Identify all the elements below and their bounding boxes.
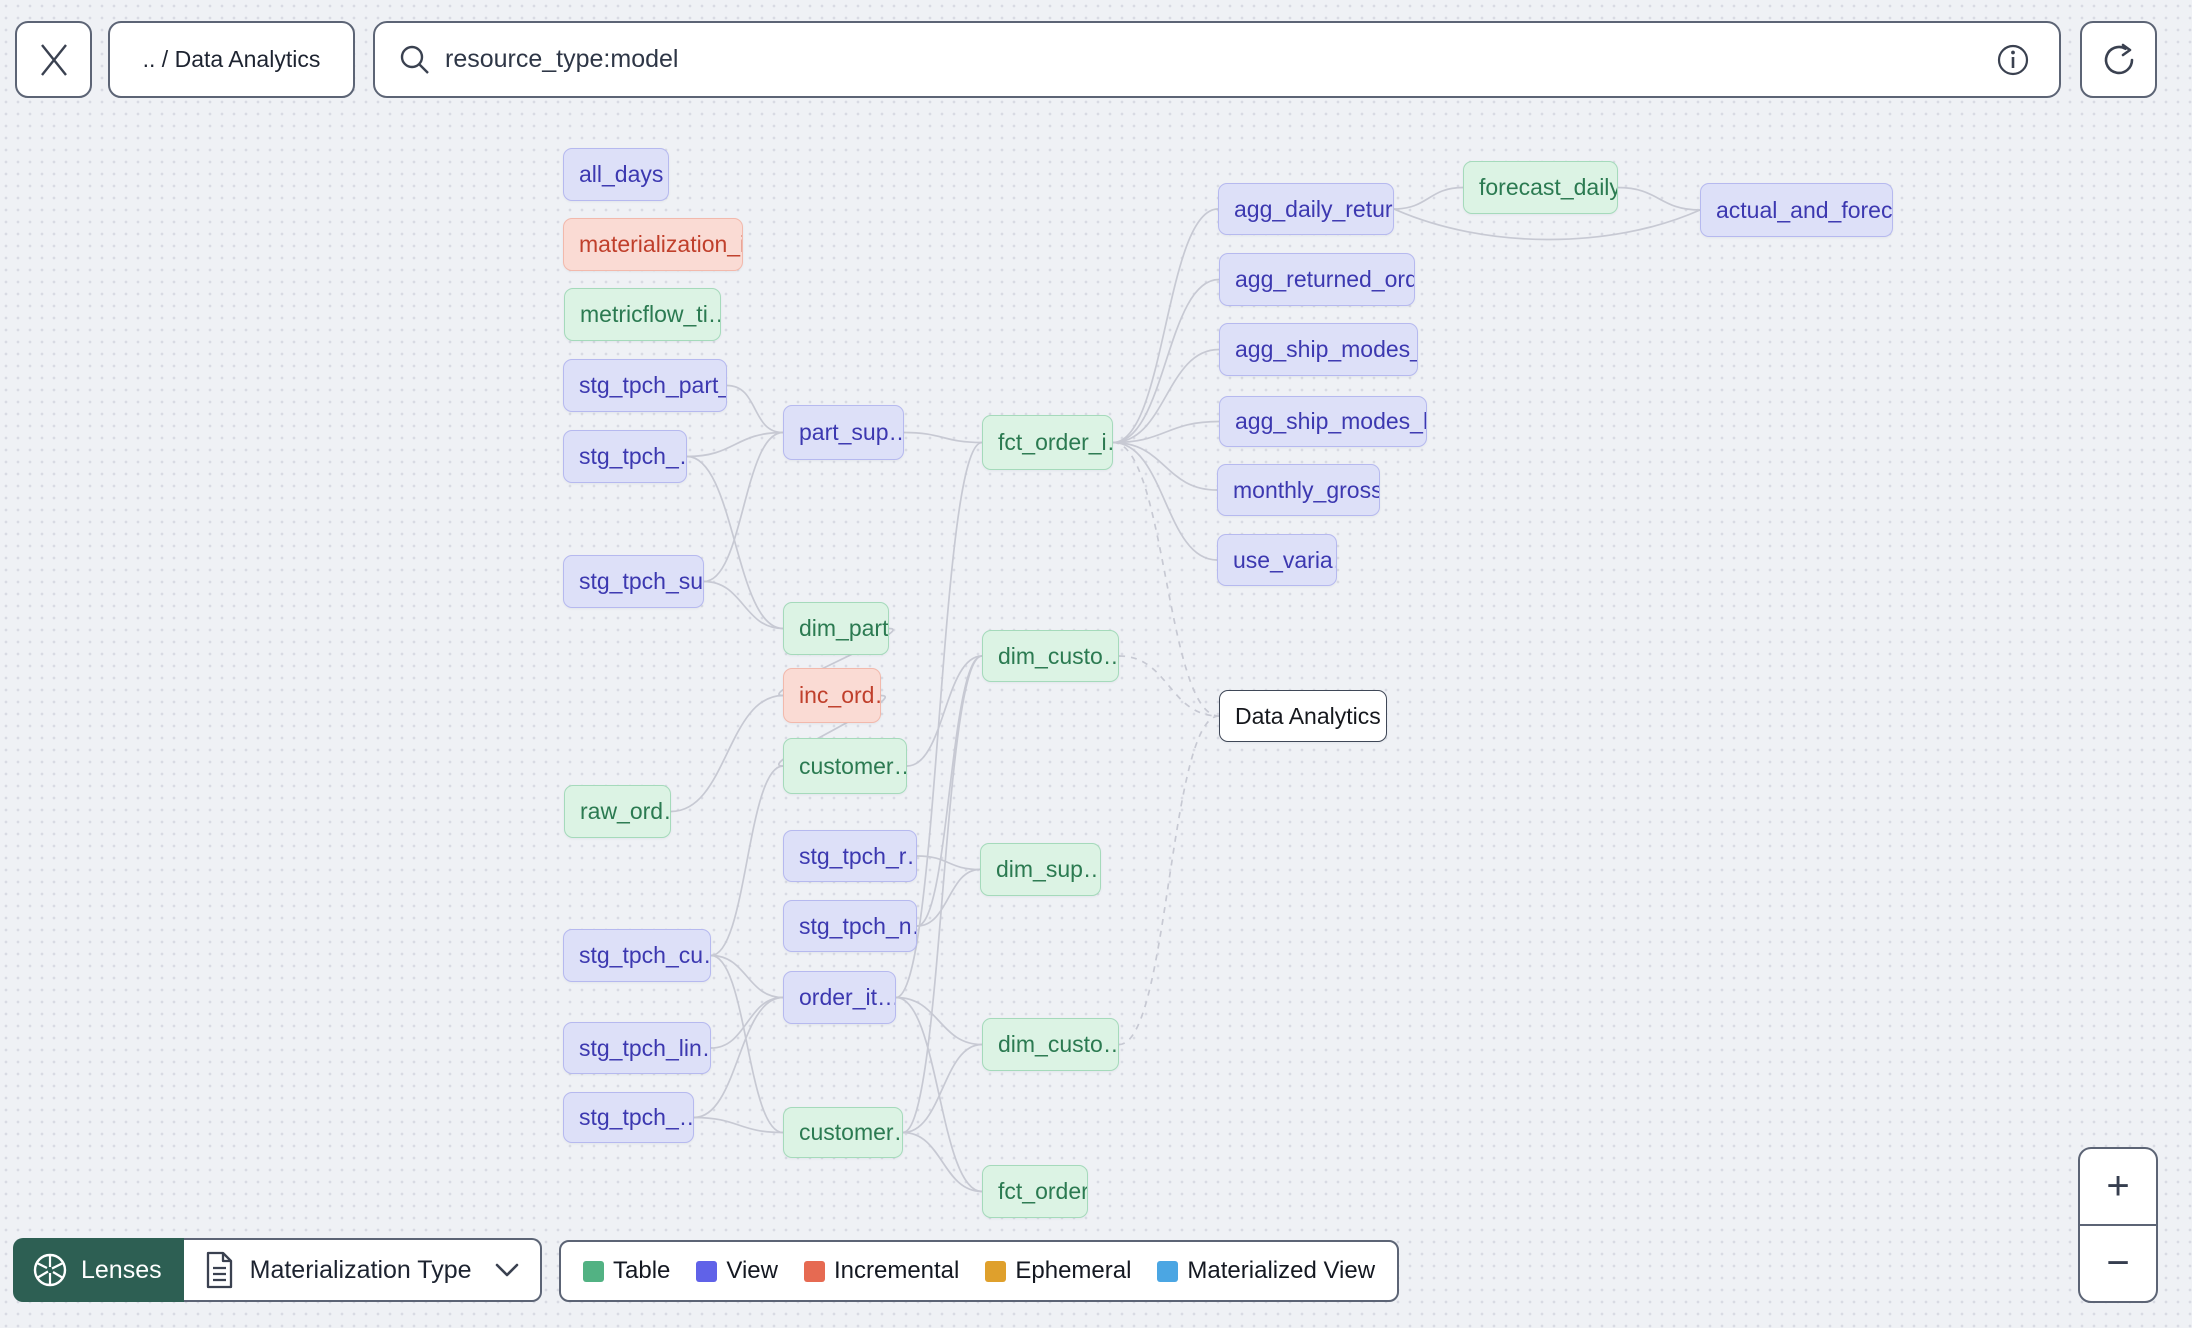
graph-node-raw_ord[interactable]: raw_ord… — [564, 785, 671, 838]
lineage-edge-agg_daily_retur-forecast_daily — [1393, 186, 1464, 210]
lineage-edge-dim_custo_top-data_analytics — [1118, 655, 1220, 717]
lineage-edge-dim_custo_bot-data_analytics — [1118, 715, 1220, 1046]
graph-node-stg_tpch_r[interactable]: stg_tpch_r… — [783, 830, 917, 882]
lineage-edge-stg_tpch_cu-customer_mid — [710, 765, 784, 957]
lineage-edge-fct_order_i-data_analytics — [1112, 441, 1220, 717]
graph-node-agg_ship_modes_d[interactable]: agg_ship_modes_d… — [1219, 323, 1418, 376]
breadcrumb-label: .. / Data Analytics — [142, 46, 321, 72]
legend-item-materialized-view: Materialized View — [1157, 1257, 1375, 1285]
zoom-in-button[interactable]: + — [2080, 1149, 2156, 1226]
legend-swatch-view — [696, 1260, 718, 1282]
info-icon[interactable] — [1993, 40, 2033, 80]
graph-node-inc_ord[interactable]: inc_ord… — [783, 668, 881, 723]
graph-node-fct_order_i[interactable]: fct_order_i… — [982, 415, 1113, 470]
graph-node-stg_tpch_a[interactable]: stg_tpch_… — [563, 430, 687, 483]
graph-node-all_days[interactable]: all_days — [563, 148, 669, 201]
lineage-edge-customer_bot-fct_orders — [902, 1131, 983, 1193]
graph-node-dim_sup[interactable]: dim_sup… — [980, 843, 1101, 896]
graph-node-forecast_daily[interactable]: forecast_daily… — [1463, 161, 1618, 214]
lineage-edge-raw_ord-inc_ord — [670, 694, 784, 813]
lens-selected-label: Materialization Type — [249, 1255, 472, 1284]
lenses-control: Lenses Materialization Type — [13, 1238, 542, 1302]
search-input[interactable] — [433, 45, 1993, 74]
lenses-button[interactable]: Lenses — [13, 1238, 184, 1302]
graph-node-materialization_i[interactable]: materialization_i… — [563, 218, 743, 271]
legend-item-ephemeral: Ephemeral — [985, 1257, 1131, 1285]
plus-icon: + — [2106, 1164, 2130, 1208]
graph-node-data_analytics[interactable]: Data Analytics | … — [1219, 690, 1387, 742]
lineage-edge-fct_order_i-monthly_gross — [1112, 441, 1218, 491]
graph-node-stg_tpch_su[interactable]: stg_tpch_su… — [563, 555, 704, 608]
close-button[interactable] — [15, 21, 92, 98]
close-icon — [37, 43, 71, 77]
lineage-graph-app: all_days materialization_i… metricflow_ti…… — [0, 0, 2192, 1328]
graph-node-stg_tpch_n[interactable]: stg_tpch_n… — [783, 900, 917, 952]
graph-node-stg_tpch_cu[interactable]: stg_tpch_cu… — [563, 929, 711, 982]
graph-node-dim_custo_bot[interactable]: dim_custo… — [982, 1018, 1119, 1071]
legend-item-view: View — [696, 1257, 778, 1285]
zoom-out-button[interactable]: − — [2080, 1226, 2156, 1301]
lineage-edge-customer_bot-dim_custo_bot — [902, 1043, 983, 1134]
graph-node-metricflow_ti[interactable]: metricflow_ti… — [564, 288, 721, 341]
lineage-edge-stg_tpch_su-dim_parts — [703, 580, 784, 630]
graph-node-agg_returned_orde[interactable]: agg_returned_orde… — [1219, 253, 1415, 306]
lineage-edge-forecast_daily-actual_and_foreca — [1617, 186, 1701, 211]
minus-icon: − — [2106, 1241, 2130, 1285]
lineage-edge-order_it-fct_orders — [895, 996, 983, 1193]
graph-node-stg_tpch_b[interactable]: stg_tpch_… — [563, 1092, 694, 1143]
graph-node-customer_bot[interactable]: customer… — [783, 1107, 903, 1158]
lens-aperture-icon — [31, 1251, 69, 1289]
graph-node-order_it[interactable]: order_it… — [783, 971, 896, 1024]
legend-swatch-table — [583, 1260, 604, 1282]
graph-node-actual_and_foreca[interactable]: actual_and_foreca… — [1700, 183, 1893, 237]
lineage-edge-part_sup-fct_order_i — [903, 431, 983, 444]
legend-label-view: View — [726, 1257, 778, 1284]
zoom-controls: + − — [2078, 1147, 2158, 1303]
graph-node-agg_ship_modes_ha[interactable]: agg_ship_modes_ha… — [1219, 396, 1427, 447]
graph-node-dim_custo_top[interactable]: dim_custo… — [982, 630, 1119, 682]
lineage-edge-stg_tpch_a-part_sup — [686, 431, 784, 458]
lineage-edge-stg_tpch_cu-customer_bot — [710, 954, 784, 1134]
graph-node-stg_tpch_lin[interactable]: stg_tpch_lin… — [563, 1022, 711, 1074]
lineage-edge-stg_tpch_b-customer_bot — [693, 1116, 784, 1134]
graph-node-agg_daily_retur[interactable]: agg_daily_retur… — [1218, 183, 1394, 235]
lineage-edge-stg_tpch_part-part_sup — [726, 384, 784, 434]
chevron-down-icon — [494, 1261, 520, 1279]
refresh-icon — [2099, 40, 2139, 80]
graph-node-use_varia[interactable]: use_varia… — [1217, 534, 1337, 586]
lens-selector[interactable]: Materialization Type — [183, 1238, 542, 1302]
lineage-edge-fct_order_i-agg_daily_retur — [1112, 208, 1219, 444]
legend-label-table: Table — [613, 1257, 671, 1284]
legend-item-incremental: Incremental — [803, 1257, 960, 1285]
legend-label-incremental: Incremental — [833, 1257, 960, 1284]
graph-node-customer_mid[interactable]: customer… — [783, 738, 907, 794]
lineage-edge-fct_order_i-use_varia — [1112, 441, 1218, 561]
legend-label-materialized-view: Materialized View — [1187, 1257, 1376, 1284]
lenses-button-label: Lenses — [81, 1255, 162, 1284]
legend-item-table: Table — [583, 1257, 670, 1285]
lineage-edge-customer_bot-dim_custo_top — [902, 655, 983, 1134]
graph-node-monthly_gross[interactable]: monthly_gross… — [1217, 464, 1380, 516]
refresh-button[interactable] — [2080, 21, 2157, 98]
search-bar[interactable] — [373, 21, 2061, 98]
graph-node-stg_tpch_part[interactable]: stg_tpch_part_… — [563, 359, 727, 412]
legend-swatch-ephemeral — [985, 1260, 1007, 1282]
lineage-edge-stg_tpch_su-part_sup — [703, 431, 784, 583]
lineage-edge-fct_order_i-agg_returned_orde — [1112, 278, 1220, 444]
materialization-legend: Table View Incremental Ephemeral Materia… — [559, 1240, 1400, 1302]
breadcrumb[interactable]: .. / Data Analytics — [108, 21, 355, 98]
graph-node-fct_orders[interactable]: fct_orders — [982, 1165, 1088, 1218]
graph-node-dim_parts[interactable]: dim_parts — [783, 602, 889, 655]
graph-node-part_sup[interactable]: part_sup… — [783, 405, 904, 460]
document-icon — [202, 1250, 236, 1290]
search-icon — [397, 42, 433, 78]
legend-swatch-materialized-view — [1157, 1260, 1179, 1282]
legend-swatch-incremental — [803, 1260, 825, 1282]
legend-label-ephemeral: Ephemeral — [1015, 1257, 1132, 1284]
